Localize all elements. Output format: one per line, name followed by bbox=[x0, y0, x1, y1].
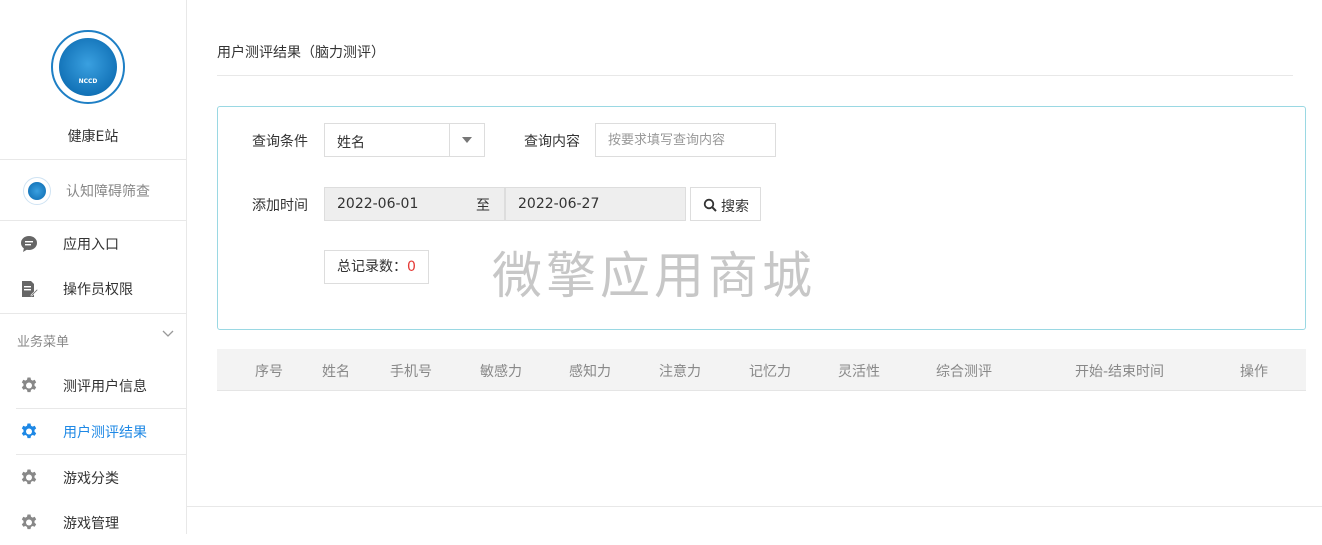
caret-down-icon bbox=[462, 137, 472, 143]
date-range-separator: 至 bbox=[476, 198, 490, 214]
column-header: 开始-结束时间 bbox=[1075, 364, 1165, 380]
sidebar: NCCD 健康E站 认知障碍筛查 应用入口 操作员权限 业务菜单 测评用户信息 … bbox=[0, 0, 187, 534]
column-header: 操作 bbox=[1240, 364, 1268, 380]
condition-value: 姓名 bbox=[337, 135, 365, 151]
menu-item-operator-permissions[interactable]: 操作员权限 bbox=[0, 266, 186, 311]
site-name: 健康E站 bbox=[67, 129, 119, 145]
menu-item-app-entry[interactable]: 应用入口 bbox=[0, 221, 186, 266]
search-icon bbox=[703, 198, 717, 212]
gear-icon bbox=[21, 377, 37, 393]
menu-item-user-results[interactable]: 用户测评结果 bbox=[0, 409, 186, 454]
menu-label: 游戏分类 bbox=[63, 471, 119, 487]
gear-icon bbox=[21, 514, 37, 530]
menu-item-game-categories[interactable]: 游戏分类 bbox=[0, 455, 186, 500]
menu-group-label: 业务菜单 bbox=[17, 335, 70, 350]
app-logo-icon bbox=[23, 177, 51, 205]
query-content-input[interactable] bbox=[595, 123, 776, 157]
watermark: 微擎应用商城 bbox=[492, 247, 816, 305]
menu-label: 用户测评结果 bbox=[63, 425, 147, 441]
date-end-value: 2022-06-27 bbox=[518, 196, 600, 212]
main-content: 用户测评结果（脑力测评） 查询条件 姓名 查询内容 添加时间 2022-06-0… bbox=[187, 0, 1322, 534]
gear-icon bbox=[21, 469, 37, 485]
chevron-down-icon bbox=[162, 330, 174, 337]
column-header: 注意力 bbox=[659, 364, 701, 380]
count-value: 0 bbox=[407, 259, 416, 275]
table-header: 序号 姓名 手机号 敏感力 感知力 注意力 记忆力 灵活性 综合测评 开始-结束… bbox=[217, 349, 1306, 391]
column-header: 序号 bbox=[255, 364, 283, 380]
app-entry-label: 认知障碍筛查 bbox=[66, 184, 150, 200]
date-start-value: 2022-06-01 bbox=[337, 196, 419, 212]
search-button-label: 搜索 bbox=[721, 199, 749, 215]
condition-select[interactable]: 姓名 bbox=[324, 123, 485, 157]
column-header: 手机号 bbox=[390, 364, 432, 380]
column-header: 记忆力 bbox=[749, 364, 791, 380]
menu-label: 应用入口 bbox=[63, 237, 119, 253]
menu-item-game-management[interactable]: 游戏管理 bbox=[0, 500, 186, 545]
brain-globe-icon: NCCD bbox=[59, 38, 117, 96]
condition-label: 查询条件 bbox=[252, 134, 308, 150]
logo-area: NCCD 健康E站 bbox=[0, 0, 186, 160]
column-header: 综合测评 bbox=[936, 364, 992, 380]
menu-item-user-info[interactable]: 测评用户信息 bbox=[0, 363, 186, 408]
gear-icon bbox=[21, 423, 37, 439]
column-header: 感知力 bbox=[569, 364, 611, 380]
date-end-input[interactable]: 2022-06-27 bbox=[505, 187, 686, 221]
divider bbox=[449, 124, 450, 156]
column-header: 姓名 bbox=[322, 364, 350, 380]
column-header: 敏感力 bbox=[480, 364, 522, 380]
menu-label: 测评用户信息 bbox=[63, 379, 147, 395]
page-title: 用户测评结果（脑力测评） bbox=[217, 45, 385, 61]
logo-text: NCCD bbox=[78, 78, 98, 85]
search-button[interactable]: 搜索 bbox=[690, 187, 761, 221]
nccd-logo: NCCD bbox=[51, 30, 125, 104]
menu-label: 游戏管理 bbox=[63, 516, 119, 532]
time-label: 添加时间 bbox=[252, 198, 308, 214]
menu-group-business[interactable]: 业务菜单 bbox=[0, 313, 186, 363]
total-count: 总记录数：0 bbox=[324, 250, 429, 284]
divider bbox=[187, 506, 1322, 507]
divider bbox=[217, 75, 1293, 76]
column-header: 灵活性 bbox=[838, 364, 880, 380]
menu-label: 操作员权限 bbox=[63, 282, 133, 298]
count-label: 总记录数： bbox=[337, 259, 407, 275]
chat-bubble-icon bbox=[21, 236, 37, 252]
document-edit-icon bbox=[22, 281, 38, 297]
app-entry-current[interactable]: 认知障碍筛查 bbox=[0, 160, 186, 221]
content-label: 查询内容 bbox=[524, 134, 580, 150]
